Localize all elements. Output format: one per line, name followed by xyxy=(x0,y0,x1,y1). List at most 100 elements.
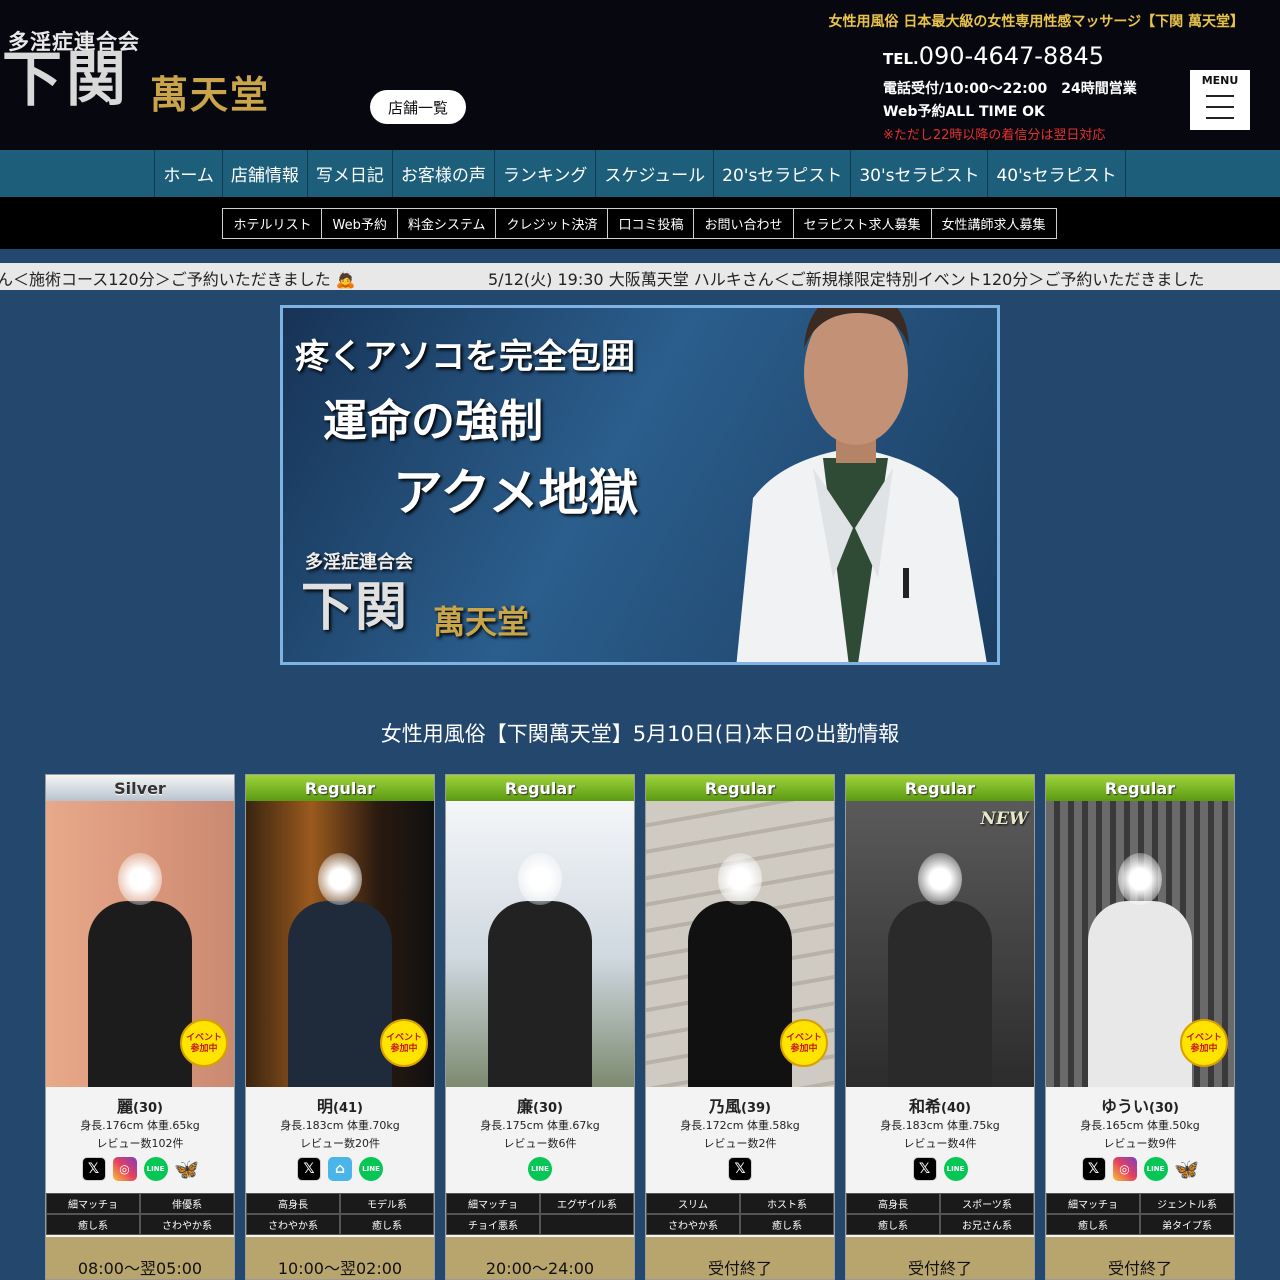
therapist-age: (30) xyxy=(1149,1101,1179,1116)
shift-time: 受付終了 xyxy=(646,1237,834,1279)
therapist-tag: 癒し系 xyxy=(340,1214,434,1235)
therapist-photo[interactable]: イベント 参加中 xyxy=(46,801,234,1087)
shift-time: 受付終了 xyxy=(1046,1237,1234,1279)
therapist-card[interactable]: Regular イベント 参加中 乃風(39) 身長.172cm 体重.58kg レビュ… xyxy=(645,774,835,1280)
line-icon[interactable]: LINE xyxy=(143,1157,168,1181)
therapist-name-line[interactable]: 廉(30) xyxy=(446,1093,634,1117)
x-icon[interactable]: 𝕏 xyxy=(297,1157,321,1181)
line-icon[interactable]: LINE xyxy=(359,1157,383,1181)
line-icon[interactable]: LINE xyxy=(528,1157,552,1181)
site-header: 多淫症連合会 下関 萬天堂 店舗一覧 女性用風俗 日本最大級の女性専用性感マッサ… xyxy=(0,0,1280,150)
x-icon[interactable]: 𝕏 xyxy=(728,1157,752,1181)
x-icon[interactable]: 𝕏 xyxy=(81,1157,106,1181)
bluesky-icon[interactable]: 🦋 xyxy=(174,1157,199,1181)
photo-figure xyxy=(1088,901,1192,1087)
main-nav-item[interactable]: ランキング xyxy=(493,150,596,197)
main-nav-item[interactable]: 30'sセラピスト xyxy=(850,150,987,197)
sub-nav-item[interactable]: お問い合わせ xyxy=(693,207,794,239)
therapist-tags: 細マッチョ ジェントル系 癒し系 弟タイプ系 xyxy=(1046,1193,1234,1235)
bluesky-icon[interactable]: 🦋 xyxy=(1174,1157,1199,1181)
therapist-review-count[interactable]: レビュー数102件 xyxy=(46,1135,234,1153)
banner-headline-2: 運命の強制 xyxy=(323,396,543,447)
sub-nav-item[interactable]: ホテルリスト xyxy=(222,207,323,239)
store-list-button[interactable]: 店舗一覧 xyxy=(370,90,466,124)
sub-nav-item[interactable]: 料金システム xyxy=(396,207,497,239)
sub-nav-item[interactable]: セラピスト求人募集 xyxy=(792,207,932,239)
therapist-tag: チョイ悪系 xyxy=(446,1214,540,1235)
main-nav-item[interactable]: お客様の声 xyxy=(391,150,494,197)
therapist-photo[interactable]: イベント 参加中 xyxy=(1046,801,1234,1087)
site-logo[interactable]: 多淫症連合会 下関 萬天堂 xyxy=(0,22,310,132)
therapist-name: 廉 xyxy=(517,1097,534,1116)
therapist-name-line[interactable]: 明(41) xyxy=(246,1093,434,1117)
therapist-body-stats: 身長.183cm 体重.70kg xyxy=(280,1119,400,1132)
main-nav-item[interactable]: スケジュール xyxy=(595,150,713,197)
therapist-name-line[interactable]: 乃風(39) xyxy=(646,1093,834,1117)
hamburger-icon xyxy=(1206,95,1234,97)
main-nav-item[interactable]: ホーム xyxy=(154,150,222,197)
therapist-tag: さわやか系 xyxy=(140,1214,234,1235)
instagram-icon[interactable]: ◎ xyxy=(112,1157,137,1181)
therapist-review-count[interactable]: レビュー数4件 xyxy=(846,1135,1034,1153)
ticker-text-left: ん＜施術コース120分＞ご予約いただきました 🙇 xyxy=(0,270,356,289)
sns-links: 𝕏 xyxy=(646,1157,834,1183)
banner-logo-gold: 萬天堂 xyxy=(433,603,530,641)
therapist-name-line[interactable]: ゆうい(30) xyxy=(1046,1093,1234,1117)
therapist-photo[interactable]: イベント 参加中 xyxy=(646,801,834,1087)
hamburger-icon-line xyxy=(1206,117,1234,119)
photo-face-blur xyxy=(1118,853,1162,905)
therapist-tag: ホスト系 xyxy=(740,1193,834,1214)
therapist-tag: さわやか系 xyxy=(646,1214,740,1235)
line-icon[interactable]: LINE xyxy=(1143,1157,1168,1181)
new-badge: NEW xyxy=(980,809,1028,829)
header-tagline: 女性用風俗 日本最大級の女性専用性感マッサージ【下関 萬天堂】 xyxy=(828,14,1244,30)
therapist-card[interactable]: Silver イベント 参加中 麗(30) 身長.176cm 体重.65kg レビュー数… xyxy=(45,774,235,1280)
therapist-photo[interactable]: イベント 参加中 xyxy=(246,801,434,1087)
home-icon[interactable]: ⌂ xyxy=(328,1157,352,1181)
sub-nav-item[interactable]: クレジット決済 xyxy=(495,207,609,239)
therapist-body-stats: 身長.172cm 体重.58kg xyxy=(680,1119,800,1132)
banner-headline-1: 疼くアソコを完全包囲 xyxy=(295,337,635,377)
phone-number[interactable]: TEL.090-4647-8845 xyxy=(883,44,1104,68)
therapist-age: (41) xyxy=(333,1101,363,1116)
rank-badge: Regular xyxy=(846,775,1034,801)
news-ticker: ん＜施術コース120分＞ご予約いただきました 🙇 5/12(火) 19:30 大… xyxy=(0,263,1280,290)
therapist-card[interactable]: Regular イベント 参加中 明(41) 身長.183cm 体重.70kg レビュー… xyxy=(245,774,435,1280)
therapist-review-count[interactable]: レビュー数6件 xyxy=(446,1135,634,1153)
event-badge: イベント 参加中 xyxy=(380,1019,428,1067)
main-nav-item[interactable]: 40'sセラピスト xyxy=(987,150,1126,197)
main-nav-item[interactable]: 店舗情報 xyxy=(221,150,307,197)
therapist-card[interactable]: Regular NEW 和希(40) 身長.183cm 体重.75kg レビュー数4件 𝕏… xyxy=(845,774,1035,1280)
event-badge: イベント 参加中 xyxy=(1180,1019,1228,1067)
menu-button[interactable]: MENU xyxy=(1190,70,1250,130)
therapist-review-count[interactable]: レビュー数2件 xyxy=(646,1135,834,1153)
logo-gold: 萬天堂 xyxy=(150,72,271,117)
therapist-card[interactable]: Regular イベント 参加中 ゆうい(30) 身長.165cm 体重.50kg レビ… xyxy=(1045,774,1235,1280)
sub-nav-item[interactable]: Web予約 xyxy=(321,207,398,239)
therapist-review-count[interactable]: レビュー数9件 xyxy=(1046,1135,1234,1153)
therapist-card[interactable]: Regular 廉(30) 身長.175cm 体重.67kg レビュー数6件 LINE 細… xyxy=(445,774,635,1280)
banner-logo-main: 下関 xyxy=(301,577,410,638)
main-nav-item[interactable]: 写メ日記 xyxy=(306,150,392,197)
therapist-body-stats: 身長.175cm 体重.67kg xyxy=(480,1119,600,1132)
therapist-tag: 癒し系 xyxy=(846,1214,940,1235)
x-icon[interactable]: 𝕏 xyxy=(912,1157,937,1181)
x-icon[interactable]: 𝕏 xyxy=(1081,1157,1106,1181)
rank-badge: Silver xyxy=(46,775,234,801)
therapist-name-line[interactable]: 麗(30) xyxy=(46,1093,234,1117)
sub-nav-item[interactable]: 口コミ投稿 xyxy=(607,207,695,239)
therapist-photo[interactable] xyxy=(446,801,634,1087)
main-nav-item[interactable]: 20'sセラピスト xyxy=(713,150,850,197)
photo-figure xyxy=(488,901,592,1087)
instagram-icon[interactable]: ◎ xyxy=(1112,1157,1137,1181)
therapist-photo[interactable]: NEW xyxy=(846,801,1034,1087)
hero-banner[interactable]: 疼くアソコを完全包囲 運命の強制 アクメ地獄 多淫症連合会 下関 萬天堂 xyxy=(280,305,1000,665)
sub-nav-item[interactable]: 女性講師求人募集 xyxy=(930,207,1057,239)
photo-figure xyxy=(688,901,792,1087)
therapist-name-line[interactable]: 和希(40) xyxy=(846,1093,1034,1117)
therapist-tag: 癒し系 xyxy=(1046,1214,1140,1235)
therapist-name: ゆうい xyxy=(1101,1097,1150,1116)
therapist-tag: エグザイル系 xyxy=(540,1193,634,1214)
therapist-review-count[interactable]: レビュー数20件 xyxy=(246,1135,434,1153)
line-icon[interactable]: LINE xyxy=(943,1157,968,1181)
